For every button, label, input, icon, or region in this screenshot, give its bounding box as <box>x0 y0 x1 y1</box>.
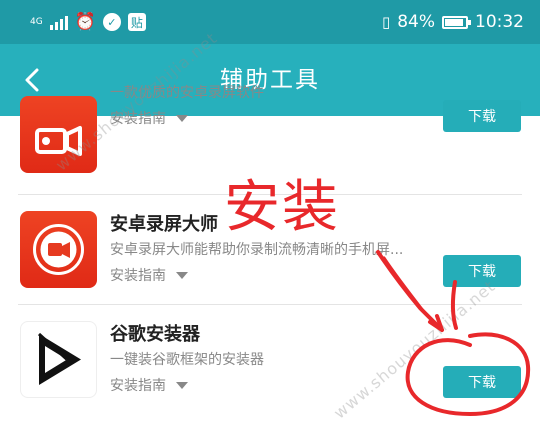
clock: 10:32 <box>475 12 524 32</box>
annotation-label: 安装 <box>224 175 340 240</box>
install-guide-dropdown[interactable]: 安装指南 <box>110 375 188 395</box>
battery-percent: 84% <box>397 12 435 32</box>
app-name: 安卓录屏大师 <box>110 214 218 235</box>
chevron-down-icon <box>176 271 188 279</box>
paste-badge-icon: 贴 <box>127 13 146 31</box>
status-right: ▯ 84% 10:32 <box>382 12 524 32</box>
app-list: 一款优质的安卓录屏软件 安装指南 下载 安卓录屏大师 安卓录屏大师能帮助你录制流… <box>0 85 540 416</box>
status-bar: 4G ⏰ ✓ 贴 ▯ 84% 10:32 <box>0 0 540 44</box>
download-button[interactable]: 下载 <box>443 100 521 132</box>
network-label: 4G <box>30 16 43 27</box>
shield-icon: ✓ <box>102 13 121 31</box>
battery-icon <box>442 15 471 29</box>
install-guide-label: 安装指南 <box>110 268 166 284</box>
install-guide-dropdown[interactable]: 安装指南 <box>110 265 188 285</box>
signal-icon <box>49 14 68 30</box>
install-guide-label: 安装指南 <box>110 378 166 394</box>
google-installer-app-icon <box>20 321 97 398</box>
screen-master-app-icon <box>20 211 97 288</box>
chevron-down-icon <box>176 381 188 389</box>
network-type: 4G <box>30 16 43 27</box>
alarm-icon: ⏰ <box>74 12 96 32</box>
vibrate-icon: ▯ <box>381 13 391 31</box>
status-left: 4G ⏰ ✓ 贴 <box>30 12 146 32</box>
chevron-down-icon <box>176 114 188 122</box>
download-button[interactable]: 下载 <box>443 366 521 398</box>
app-name: 谷歌安装器 <box>110 324 200 345</box>
